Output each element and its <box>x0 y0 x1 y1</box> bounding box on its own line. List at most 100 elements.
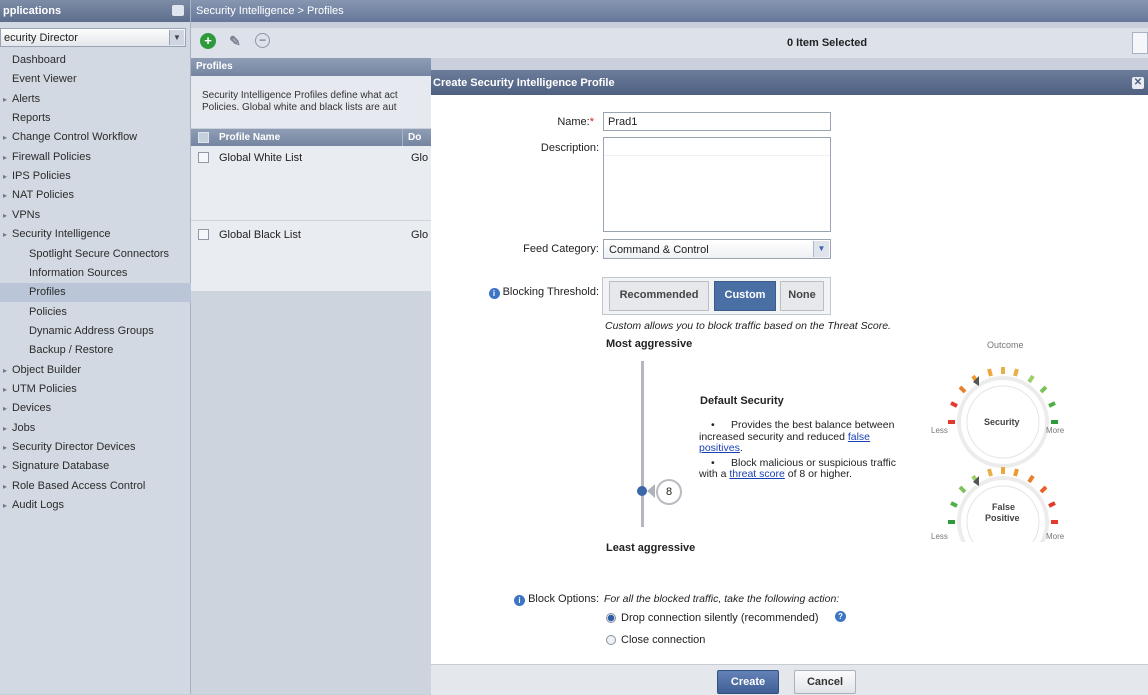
info-icon[interactable]: i <box>514 595 526 606</box>
edit-pencil-icon[interactable]: ✎ <box>227 33 243 49</box>
threat-score-link[interactable]: threat score <box>729 468 784 480</box>
slider-value-pointer <box>647 484 655 498</box>
expand-arrow-icon[interactable]: ▸ <box>3 399 12 418</box>
profile-name-cell: Global Black List <box>219 229 301 241</box>
sidebar-item-nat-policies[interactable]: ▸ NAT Policies <box>0 186 193 205</box>
sidebar-item-signature-database[interactable]: ▸ Signature Database <box>0 457 193 476</box>
gauge-less-label: Less <box>931 426 948 435</box>
name-label: Name:* <box>557 116 594 128</box>
column-header-profile-name[interactable]: Profile Name <box>219 132 280 143</box>
gauge-more-label: More <box>1046 426 1065 435</box>
application-selector[interactable]: ecurity Director ▼ <box>0 28 186 47</box>
expand-arrow-icon[interactable]: ▸ <box>3 496 12 515</box>
expand-arrow-icon[interactable]: ▸ <box>3 148 12 167</box>
sidebar-item-change-control-workflow[interactable]: ▸ Change Control Workflow <box>0 128 193 147</box>
expand-arrow-icon[interactable]: ▸ <box>3 128 12 147</box>
cancel-button[interactable]: Cancel <box>794 670 856 694</box>
sidebar-item-security-intelligence[interactable]: ▸ Security Intelligence <box>0 225 193 244</box>
expand-arrow-icon[interactable]: ▸ <box>3 380 12 399</box>
sidebar-item-label: NAT Policies <box>12 189 74 202</box>
sidebar-item-dashboard[interactable]: Dashboard <box>0 51 193 70</box>
threshold-recommended-button[interactable]: Recommended <box>609 281 709 311</box>
block-options-label: i Block Options: <box>490 593 599 606</box>
sidebar-item-dynamic-address-groups[interactable]: Dynamic Address Groups <box>0 322 219 341</box>
custom-hint: Custom allows you to block traffic based… <box>605 320 891 332</box>
breadcrumb: Security Intelligence > Profiles <box>196 5 344 17</box>
sidebar-item-devices[interactable]: ▸ Devices <box>0 399 193 418</box>
expand-arrow-icon[interactable]: ▸ <box>3 419 12 438</box>
threat-score-slider-handle[interactable] <box>637 486 647 496</box>
chevron-down-icon[interactable]: ▼ <box>813 241 829 257</box>
info-icon[interactable]: i <box>488 288 500 299</box>
description-textarea[interactable] <box>603 137 831 232</box>
dialog-title: Create Security Intelligence Profile <box>433 77 615 89</box>
close-icon[interactable]: ✕ <box>1132 77 1144 89</box>
sidebar-item-information-sources[interactable]: Information Sources <box>0 264 219 283</box>
sidebar-item-label: Audit Logs <box>12 499 64 512</box>
radio-drop-connection[interactable] <box>606 613 616 623</box>
sidebar-item-label: Dashboard <box>12 54 66 66</box>
profiles-title: Profiles <box>196 61 233 72</box>
sidebar-item-label: Change Control Workflow <box>12 131 138 144</box>
sidebar-item-object-builder[interactable]: ▸ Object Builder <box>0 361 193 380</box>
sidebar-item-alerts[interactable]: ▸ Alerts <box>0 90 193 109</box>
expand-arrow-icon[interactable]: ▸ <box>3 186 12 205</box>
expand-arrow-icon[interactable]: ▸ <box>3 90 12 109</box>
sidebar-item-policies[interactable]: Policies <box>0 303 219 322</box>
sidebar-item-utm-policies[interactable]: ▸ UTM Policies <box>0 380 193 399</box>
expand-arrow-icon[interactable]: ▸ <box>3 457 12 476</box>
row-checkbox[interactable] <box>198 152 209 163</box>
expand-arrow-icon[interactable]: ▸ <box>3 206 12 225</box>
add-icon[interactable]: + <box>200 33 216 49</box>
chevron-down-icon[interactable]: ▼ <box>169 30 184 45</box>
create-button[interactable]: Create <box>717 670 779 694</box>
collapse-sidebar-button[interactable] <box>172 5 184 16</box>
expand-arrow-icon[interactable]: ▸ <box>3 361 12 380</box>
expand-arrow-icon[interactable]: ▸ <box>3 225 12 244</box>
info-icon[interactable]: ? <box>835 611 846 622</box>
threshold-none-button[interactable]: None <box>780 281 824 311</box>
toolbar: + ✎ − 0 Item Selected <box>191 28 1148 58</box>
sidebar-item-jobs[interactable]: ▸ Jobs <box>0 419 193 438</box>
sidebar-item-spotlight-secure-connectors[interactable]: Spotlight Secure Connectors <box>0 245 219 264</box>
sidebar-item-label: Devices <box>12 402 52 415</box>
feed-category-value: Command & Control <box>609 244 709 256</box>
toolbar-search-box[interactable] <box>1132 32 1148 54</box>
feed-category-select[interactable]: Command & Control ▼ <box>603 239 831 259</box>
sidebar-item-ips-policies[interactable]: ▸ IPS Policies <box>0 167 193 186</box>
gauge-less-label: Less <box>931 532 948 541</box>
domain-cell: Glo <box>411 152 429 164</box>
drop-connection-label: Drop connection silently (recommended) <box>621 612 819 624</box>
sidebar-item-firewall-policies[interactable]: ▸ Firewall Policies <box>0 148 193 167</box>
sidebar-item-profiles[interactable]: Profiles <box>0 283 219 303</box>
sidebar-item-label: Security Intelligence <box>12 228 111 241</box>
delete-icon[interactable]: − <box>255 33 270 48</box>
name-input-value: Prad1 <box>608 116 638 128</box>
sidebar-item-label: Jobs <box>12 421 36 434</box>
sidebar-item-backup-restore[interactable]: Backup / Restore <box>0 341 219 360</box>
select-all-checkbox[interactable] <box>198 132 209 143</box>
sidebar-item-audit-logs[interactable]: ▸ Audit Logs <box>0 496 193 515</box>
sidebar-item-role-based-access-control[interactable]: ▸ Role Based Access Control <box>0 477 193 496</box>
sidebar-item-event-viewer[interactable]: Event Viewer <box>0 70 193 89</box>
threshold-custom-button[interactable]: Custom <box>714 281 776 311</box>
expand-arrow-icon[interactable]: ▸ <box>3 167 12 186</box>
threat-score-slider-track[interactable] <box>641 361 644 527</box>
sidebar-item-label: IPS Policies <box>12 170 71 183</box>
sidebar-item-label: Spotlight Secure Connectors <box>29 247 170 260</box>
table-row[interactable]: Global White List Glo <box>191 146 431 220</box>
radio-close-connection[interactable] <box>606 635 616 645</box>
table-row[interactable]: Global Black List Glo <box>191 221 431 291</box>
applications-header: pplications <box>0 0 190 22</box>
expand-arrow-icon[interactable]: ▸ <box>3 438 12 457</box>
selection-count: 0 Item Selected <box>787 37 868 49</box>
sidebar-item-security-director-devices[interactable]: ▸ Security Director Devices <box>0 438 193 457</box>
security-gauge-label: Security <box>984 417 1020 427</box>
profile-name-cell: Global White List <box>219 152 303 164</box>
sidebar-item-vpns[interactable]: ▸ VPNs <box>0 206 193 225</box>
name-input[interactable]: Prad1 <box>603 112 831 131</box>
row-checkbox[interactable] <box>198 229 209 240</box>
column-header-domain[interactable]: Do <box>408 132 421 143</box>
sidebar-item-reports[interactable]: Reports <box>0 109 193 128</box>
expand-arrow-icon[interactable]: ▸ <box>3 477 12 496</box>
